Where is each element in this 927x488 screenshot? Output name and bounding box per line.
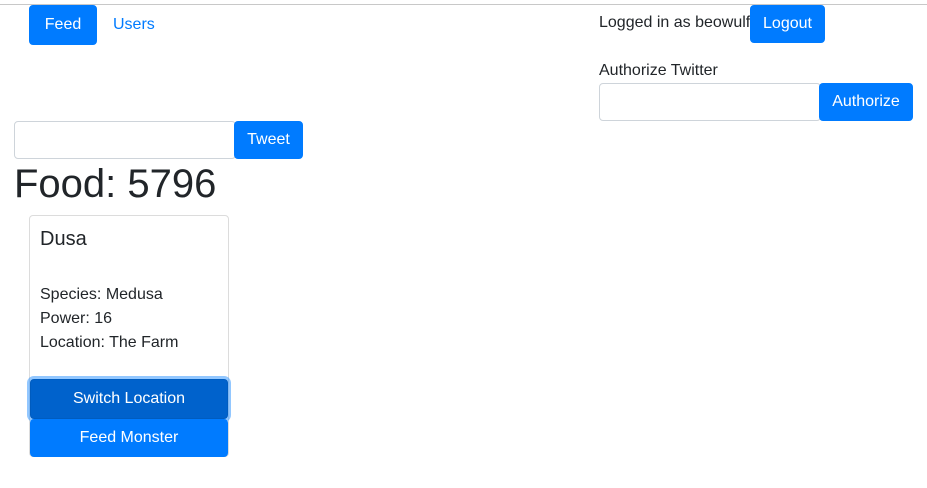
authorize-label: Authorize [832, 93, 900, 110]
logout-button[interactable]: Logout [750, 5, 825, 43]
tweet-input[interactable] [14, 121, 236, 159]
logout-label: Logout [763, 15, 812, 32]
tweet-label: Tweet [247, 131, 290, 148]
switch-location-button[interactable]: Switch Location [30, 379, 228, 419]
feed-monster-button[interactable]: Feed Monster [30, 419, 228, 457]
monster-location: Location: The Farm [40, 334, 179, 351]
monster-species: Species: Medusa [40, 286, 163, 303]
nav-feed-label: Feed [44, 16, 82, 33]
feed-monster-label: Feed Monster [79, 429, 179, 446]
authorize-button[interactable]: Authorize [819, 83, 913, 121]
monster-name: Dusa [40, 228, 87, 250]
nav-feed-button[interactable]: Feed [29, 5, 97, 45]
logged-in-status: Logged in as beowulf [599, 14, 751, 31]
authorize-twitter-heading: Authorize Twitter [599, 62, 718, 79]
authorize-twitter-input[interactable] [599, 83, 821, 121]
nav-users-link[interactable]: Users [113, 15, 155, 35]
food-counter: Food: 5796 [14, 162, 217, 206]
switch-location-label: Switch Location [72, 390, 186, 407]
monster-card: Dusa Species: Medusa Power: 16 Location:… [29, 215, 229, 457]
monster-power: Power: 16 [40, 310, 113, 327]
tweet-button[interactable]: Tweet [234, 121, 303, 159]
